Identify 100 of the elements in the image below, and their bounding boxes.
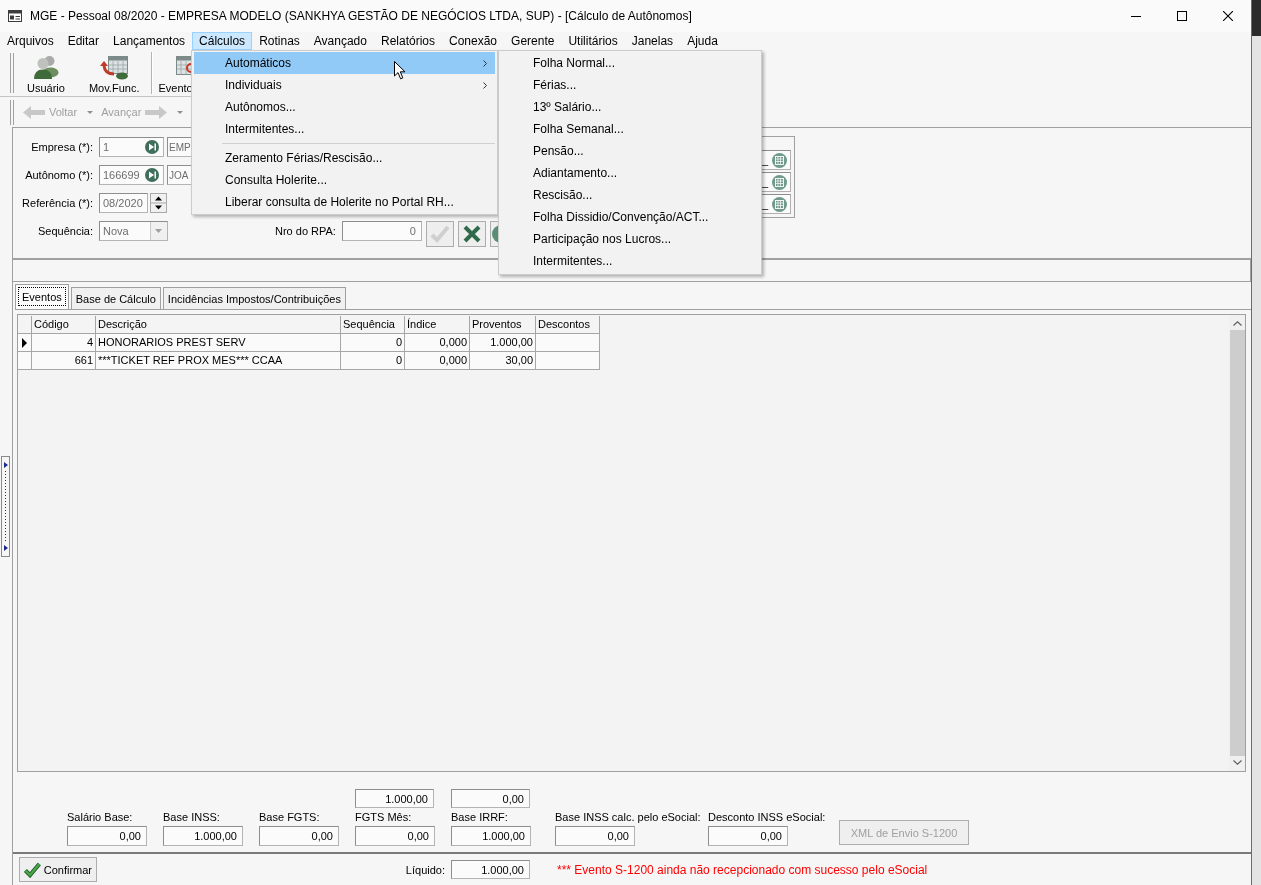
menu-item[interactable]: Intermitentes... bbox=[501, 250, 759, 272]
value-field: 1.000,00 bbox=[163, 826, 243, 846]
field-label: FGTS Mês: bbox=[355, 811, 412, 824]
x-icon bbox=[462, 225, 481, 243]
grip-icon[interactable] bbox=[10, 53, 14, 93]
maximize-icon bbox=[1177, 11, 1187, 21]
table-cell: 0 bbox=[341, 334, 405, 352]
table-cell: 1.000,00 bbox=[470, 334, 536, 352]
column-header[interactable]: Índice bbox=[405, 316, 470, 334]
table-cell: 0,000 bbox=[405, 334, 470, 352]
window-title: MGE - Pessoal 08/2020 - EMPRESA MODELO (SANKHYA GESTÃO DE NEGÓCIOS LTDA, SUP) - [Cálculo de Autônomos] bbox=[30, 9, 692, 23]
column-header[interactable]: Descrição bbox=[96, 316, 341, 334]
field-label: Desconto INSS eSocial: bbox=[708, 811, 826, 824]
toolbar-button[interactable]: Mov.Func. bbox=[76, 50, 152, 96]
menu-item[interactable]: Liberar consulta de Holerite no Portal RH... bbox=[194, 191, 495, 213]
menu-item[interactable]: Férias... bbox=[501, 74, 759, 96]
value-field: 1.000,00 bbox=[451, 860, 530, 879]
warning-message: *** Evento S-1200 ainda não recepcionado com sucesso pelo eSocial bbox=[557, 862, 928, 877]
row-header[interactable] bbox=[18, 334, 32, 352]
scroll-down-icon[interactable] bbox=[1232, 760, 1242, 765]
calendar-icon[interactable] bbox=[772, 152, 787, 168]
field-label: Nro do RPA: bbox=[275, 224, 336, 239]
caret-icon bbox=[150, 222, 167, 240]
menu-item[interactable]: Consulta Holerite... bbox=[194, 169, 495, 191]
menu-bar-item[interactable]: Gerente bbox=[504, 32, 562, 50]
menu-bar-item[interactable]: Avançado bbox=[306, 32, 374, 50]
app-icon bbox=[8, 10, 22, 22]
table-cell: 4 bbox=[32, 334, 96, 352]
field-label: Empresa (*): bbox=[31, 140, 93, 155]
date-field[interactable]: _ bbox=[762, 150, 791, 170]
menu-item[interactable]: Zeramento Férias/Rescisão... bbox=[194, 147, 495, 169]
scroll-up-icon[interactable] bbox=[1232, 321, 1242, 326]
value-field: 0,00 bbox=[259, 826, 339, 846]
row-pointer-icon bbox=[22, 337, 27, 348]
field-label: Salário Base: bbox=[67, 811, 133, 824]
tab[interactable]: Eventos bbox=[15, 284, 69, 309]
pointer-cursor-icon bbox=[394, 61, 406, 80]
close-icon bbox=[1223, 11, 1233, 21]
value-field: 0,00 bbox=[355, 826, 435, 846]
table-cell: 661 bbox=[32, 352, 96, 370]
value-field: 0,00 bbox=[67, 826, 147, 846]
column-header[interactable]: Código bbox=[32, 316, 96, 334]
calendar-icon[interactable] bbox=[772, 174, 787, 190]
menu-bar-item[interactable]: Utilitários bbox=[561, 32, 625, 50]
chevron-right-icon bbox=[483, 81, 487, 89]
menu-item[interactable]: Folha Dissidio/Convenção/ACT... bbox=[501, 206, 759, 228]
tab[interactable]: Incidências Impostos/Contribuições bbox=[162, 287, 346, 309]
column-header[interactable]: Proventos bbox=[470, 316, 536, 334]
menu-item[interactable]: Rescisão... bbox=[501, 184, 759, 206]
calendar-icon[interactable] bbox=[772, 196, 787, 212]
field-label: Base IRRF: bbox=[451, 811, 508, 824]
menu-bar-item[interactable]: Conexão bbox=[442, 32, 505, 50]
date-field[interactable]: _ bbox=[762, 172, 791, 192]
menu-bar-item[interactable]: Rotinas bbox=[252, 32, 307, 50]
table-cell: 0 bbox=[341, 352, 405, 370]
field-label: Líquido: bbox=[405, 863, 445, 876]
toolbar-button[interactable]: Usuário bbox=[15, 50, 77, 96]
field-label: Base INSS calc. pelo eSocial: bbox=[555, 811, 701, 824]
menu-bar-item[interactable]: Janelas bbox=[624, 32, 681, 50]
chevron-right-icon bbox=[483, 59, 487, 67]
check-icon bbox=[429, 225, 450, 243]
total-field: 1.000,00 bbox=[355, 789, 434, 808]
caret-icon[interactable] bbox=[177, 110, 184, 114]
menu-item[interactable]: Automáticos bbox=[194, 52, 495, 74]
menu-item[interactable]: Intermitentes... bbox=[194, 118, 495, 140]
value-field: 0,00 bbox=[708, 826, 788, 846]
spinner-icon[interactable] bbox=[150, 193, 167, 213]
people-icon bbox=[32, 54, 59, 80]
column-header[interactable]: Sequência bbox=[341, 316, 405, 334]
table-cell: ***TICKET REF PROX MES*** CCAA bbox=[96, 352, 341, 370]
menu-item[interactable]: Folha Semanal... bbox=[501, 118, 759, 140]
menu-item[interactable]: 13º Salário... bbox=[501, 96, 759, 118]
splitter-grip-icon[interactable] bbox=[1, 455, 10, 557]
total-field: 0,00 bbox=[451, 789, 530, 808]
check-icon bbox=[24, 861, 41, 878]
caret-icon[interactable] bbox=[87, 110, 94, 114]
tab[interactable]: Base de Cálculo bbox=[70, 287, 161, 309]
minimize-icon bbox=[1131, 15, 1141, 17]
menu-item[interactable]: Folha Normal... bbox=[501, 52, 759, 74]
menu-bar-item[interactable]: Lançamentos bbox=[106, 32, 193, 50]
cancel-button[interactable] bbox=[457, 221, 486, 247]
field-label: Base FGTS: bbox=[259, 811, 320, 824]
menu-bar-item[interactable]: Relatórios bbox=[373, 32, 442, 50]
calendar-arrow-icon bbox=[99, 54, 130, 80]
menu-item[interactable]: Adiantamento... bbox=[501, 162, 759, 184]
menu-bar-item[interactable]: Arquivos bbox=[0, 32, 61, 50]
value-field: 1.000,00 bbox=[451, 826, 531, 846]
menu-item[interactable]: Autônomos... bbox=[194, 96, 495, 118]
field-label: Base INSS: bbox=[163, 811, 220, 824]
menu-item[interactable]: Pensão... bbox=[501, 140, 759, 162]
menu-bar-item[interactable]: Editar bbox=[60, 32, 107, 50]
menu-bar-item[interactable]: Ajuda bbox=[680, 32, 725, 50]
menu-item[interactable]: Individuais bbox=[194, 74, 495, 96]
table-cell: 0,000 bbox=[405, 352, 470, 370]
date-field[interactable]: _ bbox=[762, 194, 791, 214]
field-label: Autônomo (*): bbox=[25, 168, 93, 183]
grip-icon[interactable] bbox=[10, 99, 14, 125]
menu-item[interactable]: Participação nos Lucros... bbox=[501, 228, 759, 250]
confirm-button[interactable]: Confirmar bbox=[19, 857, 97, 882]
menu-bar-item[interactable]: Cálculos bbox=[192, 32, 253, 50]
